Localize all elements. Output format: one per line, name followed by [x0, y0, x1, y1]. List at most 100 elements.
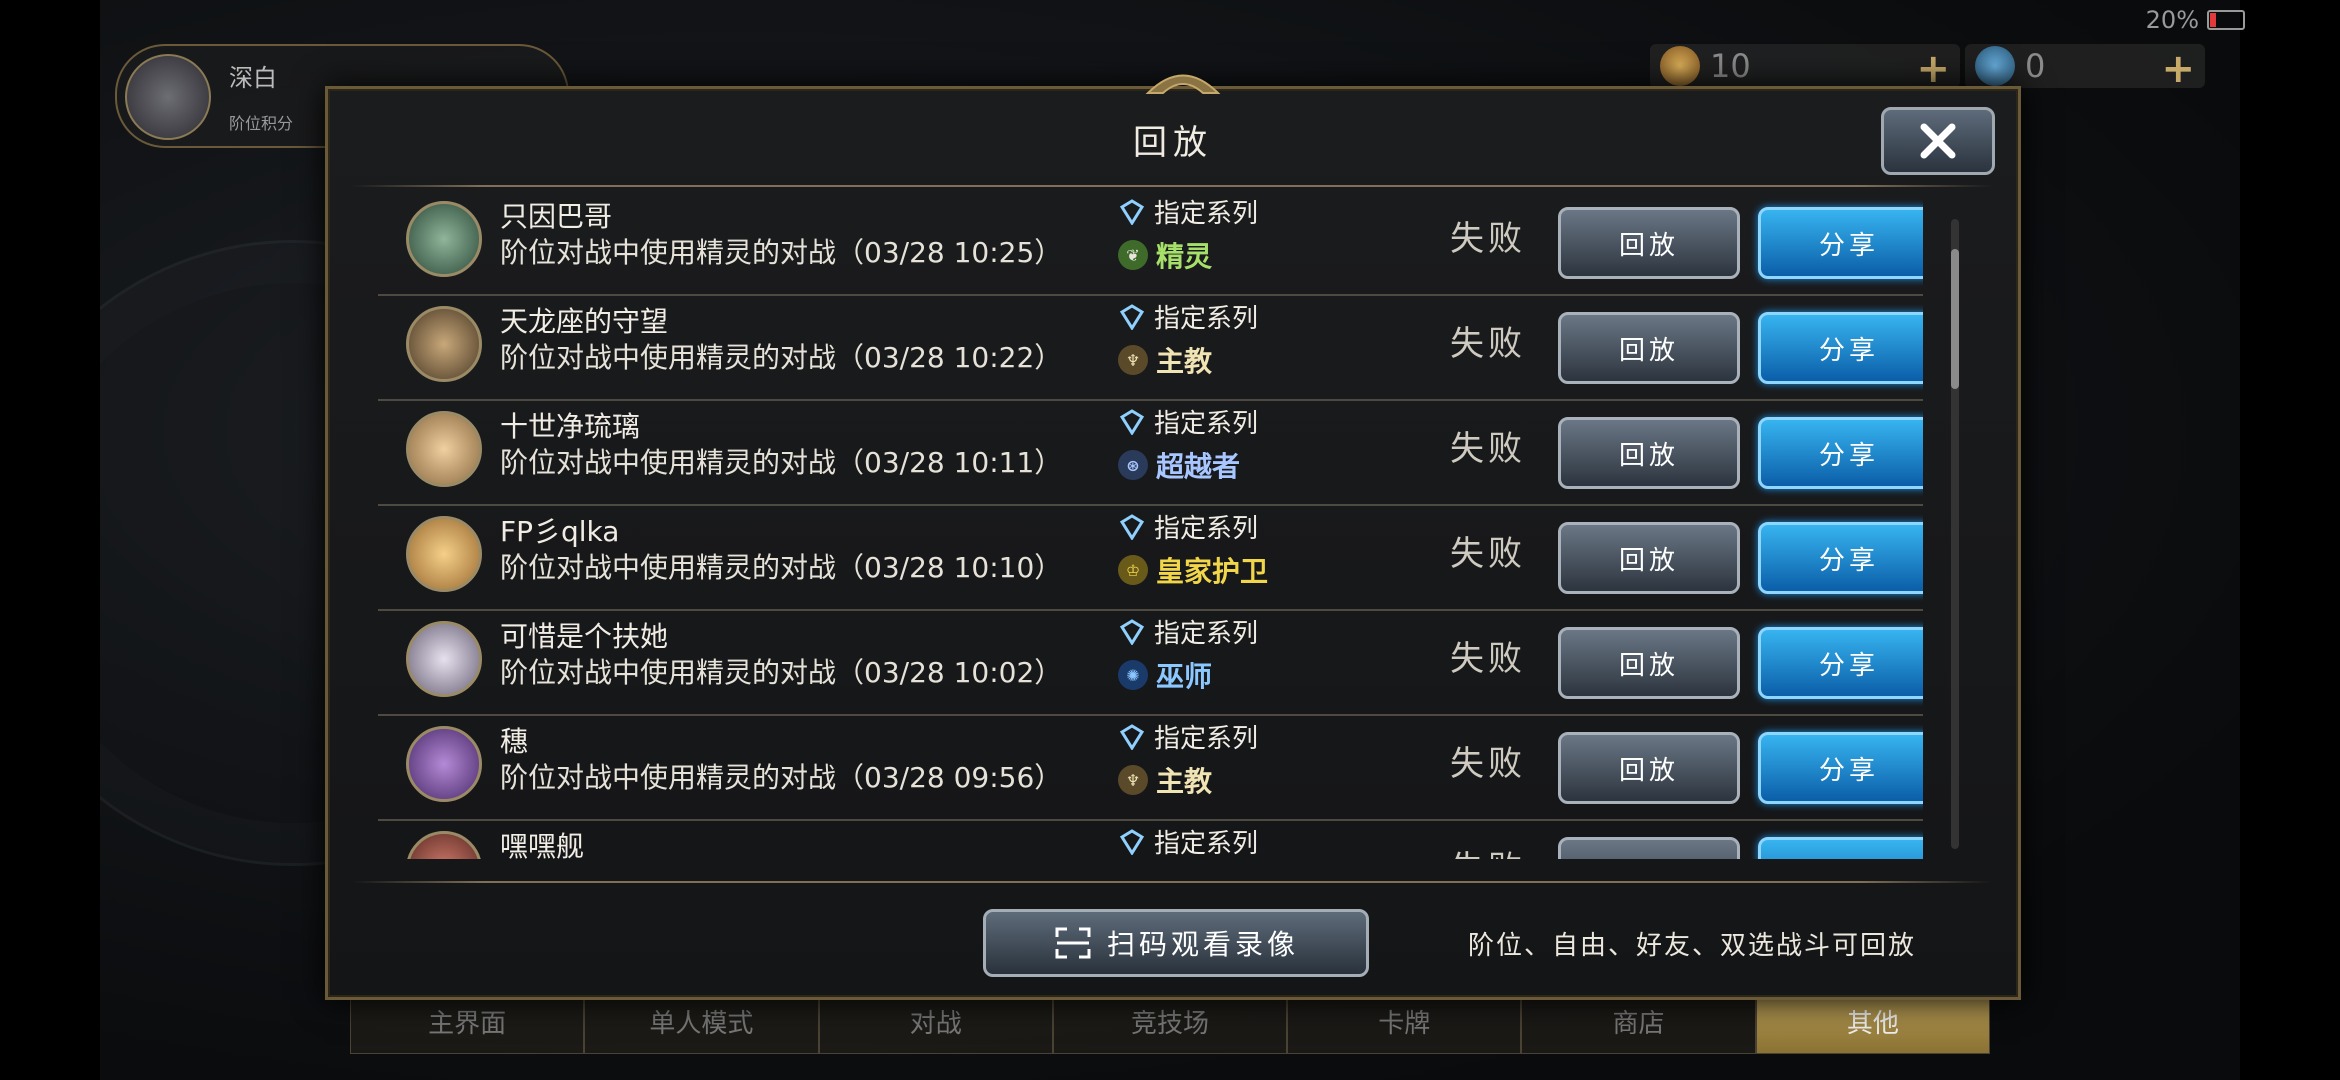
match-description: 阶位对战中使用精灵的对战（03/28 10:11） — [500, 446, 1063, 479]
match-result: 失败 — [1450, 429, 1526, 469]
match-result: 失败 — [1450, 324, 1526, 364]
dialog-title: 回放 — [1133, 123, 1213, 163]
replay-row: 只因巴哥 阶位对战中使用精灵的对战（03/28 10:25） 指定系列 ❦ 精灵 … — [378, 189, 1923, 296]
portal-icon: ⊛ — [1118, 450, 1148, 480]
close-icon — [1920, 123, 1956, 159]
opponent-name: 十世净琉璃 — [500, 410, 641, 443]
gem-icon — [1119, 618, 1145, 645]
replay-button[interactable]: 回放 — [1558, 312, 1740, 384]
crystal-icon — [1975, 46, 2015, 86]
currency-gold: 10 + — [1650, 44, 1960, 92]
replay-button[interactable]: 回放 — [1558, 522, 1740, 594]
gold-icon — [1660, 46, 1700, 86]
class-label: ❦ 精灵 — [1118, 235, 1212, 275]
profile-rank-label: 阶位积分 — [229, 114, 294, 133]
list-scrollbar[interactable] — [1951, 219, 1959, 849]
share-button[interactable]: 分享 — [1758, 417, 1923, 489]
divider — [352, 881, 1992, 883]
share-button[interactable]: 分享 — [1758, 312, 1923, 384]
scan-icon — [1055, 927, 1091, 959]
bishop-icon: ♆ — [1118, 345, 1148, 375]
format-label: 指定系列 — [1118, 823, 1258, 859]
match-description: 阶位对战中使用精灵的对战（03/28 10:10） — [500, 551, 1063, 584]
battery-icon — [2207, 10, 2245, 30]
opponent-avatar — [406, 306, 482, 382]
replay-row: 可惜是个扶她 阶位对战中使用精灵的对战（03/28 10:02） 指定系列 ✺ 巫… — [378, 609, 1923, 716]
battery-status: 20% — [2146, 6, 2245, 34]
replay-list[interactable]: 只因巴哥 阶位对战中使用精灵的对战（03/28 10:25） 指定系列 ❦ 精灵 … — [378, 189, 1923, 859]
replay-dialog: 回放 只因巴哥 阶位对战中使用精灵的对战（03/28 10:25） 指定系列 ❦… — [325, 74, 2021, 1000]
format-label: 指定系列 — [1118, 613, 1258, 650]
opponent-name: FP彡qlka — [500, 515, 620, 548]
class-label: ✺ 巫师 — [1118, 655, 1212, 695]
match-result: 失败 — [1450, 639, 1526, 679]
class-label: ♆ 主教 — [1118, 760, 1212, 800]
match-result: 失败 — [1450, 744, 1526, 784]
class-label: ♔ 皇家护卫 — [1118, 550, 1268, 590]
share-button[interactable]: 分享 — [1758, 627, 1923, 699]
opponent-avatar — [406, 516, 482, 592]
profile-name: 深白 — [229, 64, 277, 92]
class-label: ⊛ 超越者 — [1118, 445, 1240, 485]
currency-gold-value: 10 — [1710, 47, 1751, 85]
opponent-name: 可惜是个扶她 — [500, 620, 669, 653]
share-button[interactable]: 分享 — [1758, 522, 1923, 594]
bishop-icon: ♆ — [1118, 765, 1148, 795]
currency-crystal-value: 0 — [2025, 47, 2046, 85]
replay-row: 穗 阶位对战中使用精灵的对战（03/28 09:56） 指定系列 ♆ 主教 失败 … — [378, 714, 1923, 821]
replay-row: 十世净琉璃 阶位对战中使用精灵的对战（03/28 10:11） 指定系列 ⊛ 超越… — [378, 399, 1923, 506]
crown-icon: ♔ — [1118, 555, 1148, 585]
avatar — [125, 54, 211, 140]
match-description: 阶位对战中使用精灵的对战（03/28 10:02） — [500, 656, 1063, 689]
replay-button[interactable]: 回放 — [1558, 417, 1740, 489]
match-result: 失败 — [1450, 534, 1526, 574]
opponent-name: 只因巴哥 — [500, 200, 613, 233]
crest-ornament-icon — [1145, 74, 1221, 94]
format-label: 指定系列 — [1118, 193, 1258, 230]
opponent-avatar — [406, 411, 482, 487]
gem-icon — [1119, 513, 1145, 540]
replay-row: FP彡qlka 阶位对战中使用精灵的对战（03/28 10:10） 指定系列 ♔… — [378, 504, 1923, 611]
leaf-icon: ❦ — [1118, 240, 1148, 270]
format-label: 指定系列 — [1118, 508, 1258, 545]
gem-icon — [1119, 198, 1145, 225]
opponent-avatar — [406, 726, 482, 802]
currency-crystal: 0 + — [1965, 44, 2205, 92]
format-label: 指定系列 — [1118, 298, 1258, 335]
format-label: 指定系列 — [1118, 403, 1258, 440]
match-result: 失败 — [1450, 841, 1526, 859]
share-button[interactable]: 分享 — [1758, 732, 1923, 804]
gem-icon — [1119, 303, 1145, 330]
gem-icon — [1119, 408, 1145, 435]
replay-row: 天龙座的守望 阶位对战中使用精灵的对战（03/28 10:22） 指定系列 ♆ 主… — [378, 294, 1923, 401]
opponent-avatar — [406, 831, 482, 859]
scan-qr-label: 扫码观看录像 — [1106, 928, 1299, 961]
replay-button[interactable]: 回放 — [1558, 732, 1740, 804]
close-button[interactable] — [1881, 107, 1995, 175]
opponent-name: 嘿嘿舰 — [500, 830, 585, 859]
replay-hint: 阶位、自由、好友、双选战斗可回放 — [1468, 931, 1917, 961]
match-description: 阶位对战中使用精灵的对战（03/28 10:22） — [500, 341, 1063, 374]
scrollbar-thumb[interactable] — [1951, 249, 1959, 389]
divider — [352, 185, 1992, 187]
match-description: 阶位对战中使用精灵的对战（03/28 09:56） — [500, 761, 1063, 794]
opponent-name: 穗 — [500, 725, 529, 758]
scan-qr-button[interactable]: 扫码观看录像 — [983, 909, 1369, 977]
opponent-avatar — [406, 201, 482, 277]
share-button[interactable]: 分享 — [1758, 837, 1923, 859]
opponent-name: 天龙座的守望 — [500, 305, 669, 338]
gem-icon — [1119, 723, 1145, 750]
replay-row: 嘿嘿舰 指定系列 失败 回放 分享 — [378, 819, 1923, 859]
gem-icon — [1119, 828, 1145, 855]
match-description: 阶位对战中使用精灵的对战（03/28 10:25） — [500, 236, 1063, 269]
opponent-avatar — [406, 621, 482, 697]
battery-percent: 20% — [2145, 6, 2199, 34]
replay-button[interactable]: 回放 — [1558, 627, 1740, 699]
rune-icon: ✺ — [1118, 660, 1148, 690]
class-label: ♆ 主教 — [1118, 340, 1212, 380]
match-result: 失败 — [1450, 219, 1526, 259]
replay-button[interactable]: 回放 — [1558, 207, 1740, 279]
replay-button[interactable]: 回放 — [1558, 837, 1740, 859]
share-button[interactable]: 分享 — [1758, 207, 1923, 279]
add-crystal-button[interactable]: + — [2161, 46, 2195, 92]
